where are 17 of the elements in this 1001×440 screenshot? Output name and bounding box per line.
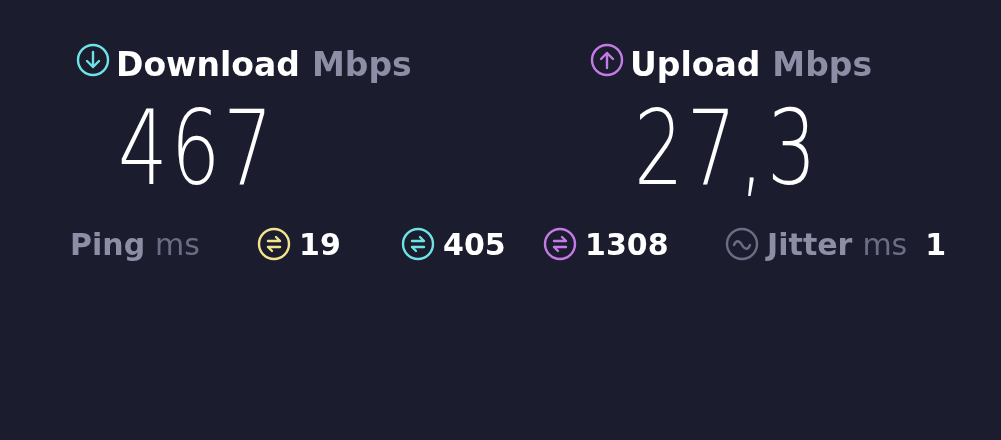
ping-label: Ping <box>70 225 146 264</box>
wave-icon <box>725 227 760 261</box>
speed-value: 467 <box>118 95 277 200</box>
jitter-unit: ms <box>862 225 908 264</box>
speed-label: Download <box>116 44 300 86</box>
ping-unit: ms <box>155 225 201 264</box>
unit-label: Mbps <box>311 44 412 86</box>
ping-value: 1308 <box>585 225 669 264</box>
jitter-value: 1 <box>925 225 947 264</box>
download-icon <box>76 42 110 77</box>
unit-label: Mbps <box>772 44 873 86</box>
ping-value: 405 <box>443 225 506 264</box>
speed-label: Upload <box>630 44 761 86</box>
jitter-label: Jitter <box>767 225 853 264</box>
upload-icon <box>590 42 624 77</box>
ping-value: 19 <box>299 225 341 264</box>
speed-value: 27,3 <box>634 95 820 200</box>
